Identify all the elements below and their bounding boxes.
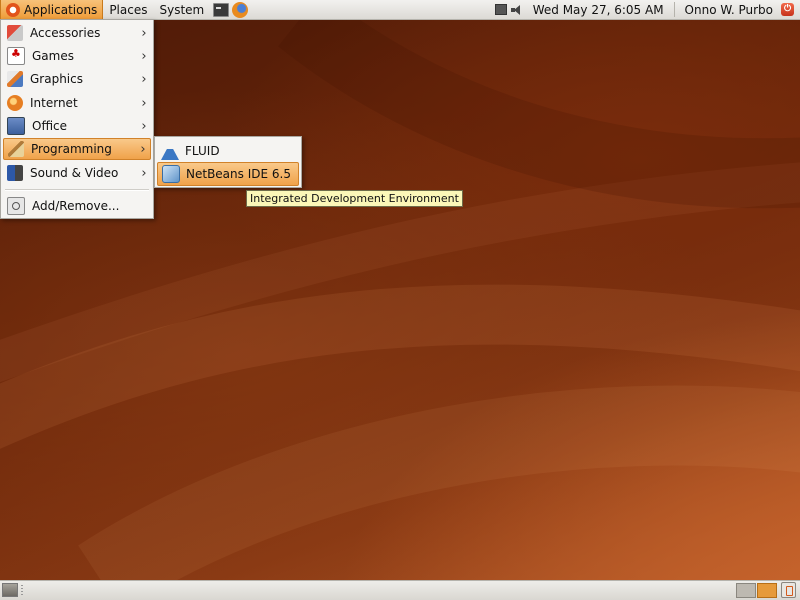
- applications-menu[interactable]: Applications: [0, 0, 104, 19]
- menu-item-label: NetBeans IDE 6.5: [186, 167, 291, 181]
- workspace-1[interactable]: [736, 583, 756, 598]
- panel-separator: [673, 2, 675, 17]
- chevron-right-icon: ›: [141, 95, 147, 111]
- applications-menu-label: Applications: [24, 2, 98, 17]
- show-desktop-button[interactable]: [2, 583, 18, 597]
- menu-item-label: Games: [32, 49, 74, 63]
- bottom-panel: [0, 580, 800, 600]
- notification-area: Wed May 27, 6:05 AM Onno W. Purbo ⏻: [494, 0, 800, 19]
- programming-submenu: FLUID NetBeans IDE 6.5: [154, 136, 302, 188]
- trash-icon[interactable]: [781, 582, 796, 598]
- volume-icon[interactable]: [510, 4, 523, 16]
- chevron-right-icon: ›: [141, 165, 147, 181]
- user-switcher[interactable]: Onno W. Purbo: [679, 3, 777, 17]
- fluid-icon: [161, 142, 179, 160]
- menu-item-internet[interactable]: Internet ›: [3, 92, 151, 114]
- power-icon[interactable]: ⏻: [781, 3, 794, 16]
- menu-item-label: Add/Remove...: [32, 199, 120, 213]
- places-menu[interactable]: Places: [103, 0, 153, 19]
- add-remove-icon: [7, 197, 25, 215]
- menu-item-graphics[interactable]: Graphics ›: [3, 68, 151, 90]
- main-menu-bar: Applications Places System: [0, 0, 248, 19]
- graphics-icon: [7, 71, 23, 87]
- netbeans-icon: [162, 165, 180, 183]
- internet-icon: [7, 95, 23, 111]
- chevron-right-icon: ›: [141, 71, 147, 87]
- menu-item-programming[interactable]: Programming ›: [3, 138, 151, 160]
- terminal-launcher[interactable]: [212, 1, 229, 18]
- menu-item-label: Programming: [31, 142, 112, 156]
- menu-item-label: FLUID: [185, 144, 220, 158]
- menu-item-netbeans[interactable]: NetBeans IDE 6.5: [157, 162, 299, 186]
- ubuntu-logo-icon: [6, 2, 20, 17]
- tooltip: Integrated Development Environment: [246, 190, 463, 207]
- top-panel: Applications Places System Wed May 27, 6…: [0, 0, 800, 20]
- applications-dropdown: Accessories › Games › Graphics › Interne…: [0, 19, 154, 219]
- menu-item-label: Sound & Video: [30, 166, 119, 180]
- menu-item-games[interactable]: Games ›: [3, 45, 151, 67]
- office-icon: [7, 117, 25, 135]
- menu-item-label: Internet: [30, 96, 78, 110]
- system-menu[interactable]: System: [153, 0, 210, 19]
- chevron-right-icon: ›: [141, 118, 147, 134]
- system-menu-label: System: [159, 2, 205, 17]
- menu-item-label: Accessories: [30, 26, 101, 40]
- menu-separator: [5, 189, 149, 191]
- places-menu-label: Places: [109, 2, 148, 17]
- firefox-icon: [231, 1, 248, 18]
- menu-item-add-remove[interactable]: Add/Remove...: [3, 195, 151, 217]
- chevron-right-icon: ›: [141, 25, 147, 41]
- workspace-2[interactable]: [757, 583, 777, 598]
- panel-grip[interactable]: [21, 585, 23, 596]
- network-icon[interactable]: [494, 4, 507, 15]
- menu-item-label: Graphics: [30, 72, 83, 86]
- firefox-launcher[interactable]: [231, 1, 248, 18]
- menu-item-accessories[interactable]: Accessories ›: [3, 22, 151, 44]
- sound-video-icon: [7, 165, 23, 181]
- programming-icon: [8, 141, 24, 157]
- games-icon: [7, 47, 25, 65]
- accessories-icon: [7, 25, 23, 41]
- menu-item-sound-video[interactable]: Sound & Video ›: [3, 162, 151, 184]
- chevron-right-icon: ›: [140, 141, 146, 157]
- menu-item-office[interactable]: Office ›: [3, 115, 151, 137]
- terminal-icon: [212, 2, 229, 17]
- menu-item-label: Office: [32, 119, 68, 133]
- menu-item-fluid[interactable]: FLUID: [157, 139, 299, 163]
- clock[interactable]: Wed May 27, 6:05 AM: [527, 3, 670, 17]
- chevron-right-icon: ›: [141, 48, 147, 64]
